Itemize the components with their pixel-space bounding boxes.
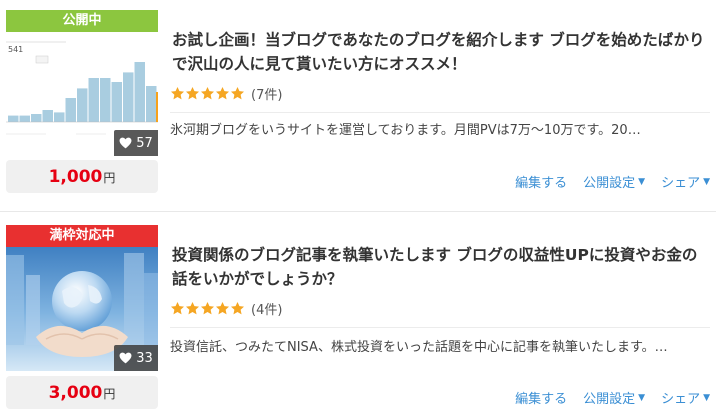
price-value: 3,000: [48, 383, 103, 403]
listing-title[interactable]: 投資関係のブログ記事を執筆いたします ブログの収益性UPに投資やお金の話をいかが…: [172, 243, 712, 291]
price-unit: 円: [103, 387, 116, 401]
publish-settings-label: 公開設定: [583, 392, 636, 407]
thumb-chart-bar: [146, 86, 157, 122]
price-box: 3,000円: [6, 376, 158, 409]
review-count: (4件): [251, 303, 283, 318]
share-dropdown[interactable]: シェア ▼: [661, 172, 710, 191]
price-value: 1,000: [48, 167, 103, 187]
listing-actions: 編集する 公開設定 ▼ シェア ▼: [515, 388, 710, 407]
favorite-count-value: 33: [136, 350, 153, 366]
edit-label: 編集する: [515, 176, 568, 191]
share-label: シェア: [661, 176, 701, 191]
thumb-chart-bar: [100, 78, 111, 122]
status-badge: 公開中: [6, 10, 158, 32]
publish-settings-dropdown[interactable]: 公開設定 ▼: [583, 172, 645, 191]
listing-actions: 編集する 公開設定 ▼ シェア ▼: [515, 172, 710, 191]
service-listing[interactable]: 満枠対応中 33 3,000円 投資関係のブログ記事を執筆いたします ブログの収…: [0, 225, 716, 415]
thumb-chart-bar: [19, 115, 30, 122]
divider: [170, 327, 710, 328]
caret-down-icon: ▼: [703, 176, 710, 187]
heart-icon: [119, 137, 132, 149]
listing-description: 氷河期ブログをいうサイトを運営しております。月間PVは7万～10万です。20…: [170, 123, 641, 138]
price-box: 1,000円: [6, 160, 158, 193]
thumb-stat-text: 541: [8, 45, 23, 54]
thumbnail[interactable]: 541 公開中 57: [6, 10, 158, 156]
review-count: (7件): [251, 88, 283, 103]
rating: (7件): [170, 84, 282, 103]
star-icon: [216, 86, 229, 100]
publish-settings-dropdown[interactable]: 公開設定 ▼: [583, 388, 645, 407]
thumb-chart-bar: [8, 115, 19, 122]
rating-stars: [170, 86, 245, 101]
thumb-chart-bar: [88, 78, 99, 122]
thumb-chart-bar: [54, 112, 65, 122]
listing-title[interactable]: お試し企画！当ブログであなたのブログを紹介します ブログを始めたばかりで沢山の人…: [172, 28, 712, 76]
caret-down-icon: ▼: [703, 392, 710, 403]
thumb-chart-bar: [65, 98, 76, 122]
caret-down-icon: ▼: [638, 392, 646, 403]
listing-description: 投資信託、つみたてNISA、株式投資をいった話題を中心に記事を執筆いたします。…: [170, 340, 668, 355]
star-icon: [171, 301, 184, 315]
divider: [170, 112, 710, 113]
share-dropdown[interactable]: シェア ▼: [661, 388, 710, 407]
edit-label: 編集する: [515, 392, 568, 407]
star-icon: [186, 86, 199, 100]
share-label: シェア: [661, 392, 701, 407]
star-icon: [201, 301, 214, 315]
listing-separator: [0, 211, 716, 212]
service-listing[interactable]: 541 公開中 57 1,000円 お試し企画！当ブログであなたのブログを紹介し…: [0, 0, 716, 210]
star-icon: [231, 301, 244, 315]
publish-settings-label: 公開設定: [583, 176, 636, 191]
star-icon: [216, 301, 229, 315]
thumb-chart-bar: [123, 72, 134, 122]
star-icon: [186, 301, 199, 315]
price-unit: 円: [103, 171, 116, 185]
caret-down-icon: ▼: [638, 176, 646, 187]
favorite-count[interactable]: 57: [114, 130, 158, 156]
favorite-count-value: 57: [136, 135, 153, 151]
thumbnail[interactable]: 満枠対応中 33: [6, 225, 158, 371]
status-badge: 満枠対応中: [6, 225, 158, 247]
thumb-chart-bar: [31, 114, 42, 122]
thumb-chart-bar: [77, 88, 88, 122]
thumb-chart-bar: [111, 82, 122, 122]
rating: (4件): [170, 299, 282, 318]
favorite-count[interactable]: 33: [114, 345, 158, 371]
edit-link[interactable]: 編集する: [515, 172, 567, 191]
edit-link[interactable]: 編集する: [515, 388, 567, 407]
thumb-chart-bar: [42, 110, 53, 122]
rating-stars: [170, 301, 245, 316]
thumb-chart-bar: [134, 62, 145, 122]
star-icon: [201, 86, 214, 100]
heart-icon: [119, 352, 132, 364]
star-icon: [171, 86, 184, 100]
star-icon: [231, 86, 244, 100]
